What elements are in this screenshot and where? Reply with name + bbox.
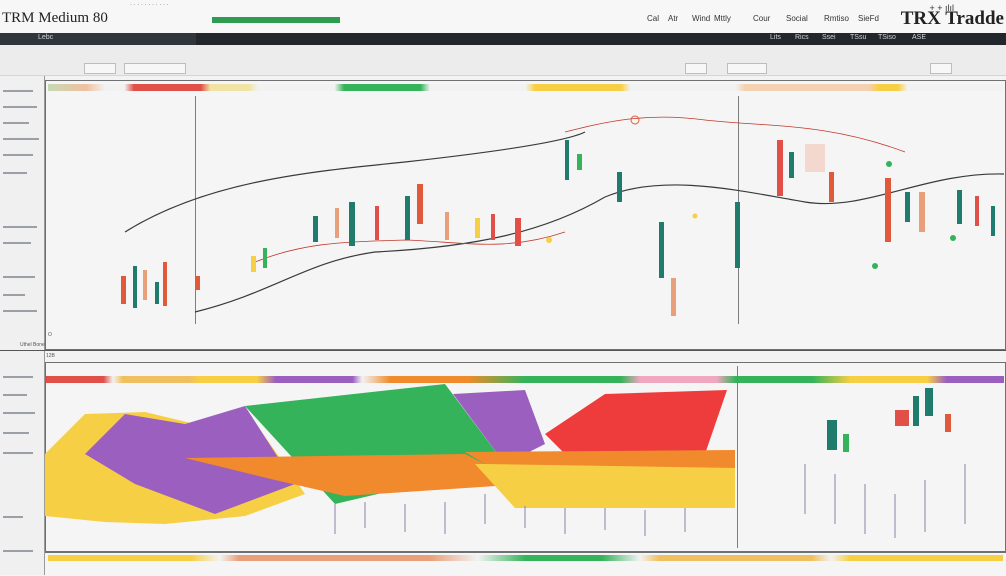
toolbar-item[interactable]: TSiso xyxy=(878,34,896,41)
toolbar-label[interactable]: Lebc xyxy=(38,34,53,41)
sidebar-item[interactable] xyxy=(3,172,27,174)
chart-marker: O xyxy=(48,332,52,338)
sidebar-item[interactable] xyxy=(3,138,39,140)
top-bar: · · · · · · · · · · · TRM Medium 80 Cal … xyxy=(0,0,1006,33)
area-chart[interactable] xyxy=(45,384,1004,544)
sidebar-item[interactable] xyxy=(3,276,35,278)
sidebar-item[interactable] xyxy=(3,310,37,312)
menu-item-rmtiso[interactable]: Rmtiso xyxy=(824,14,849,23)
legend-strip xyxy=(48,84,1003,91)
toolbar-item[interactable]: ASE xyxy=(912,34,926,41)
sidebar-item[interactable] xyxy=(3,294,25,296)
header-notice: · · · · · · · · · · · xyxy=(130,2,169,8)
chart-status-label: Uthel Bone xyxy=(20,342,45,348)
toolbar-left-group xyxy=(0,33,196,45)
toolbar-item[interactable]: TSsu xyxy=(850,34,866,41)
menu-item-cour[interactable]: Cour xyxy=(753,14,770,23)
toolbar: Lebc Lits Rics Ssei TSsu TSiso ASE xyxy=(0,33,1006,45)
sidebar-item[interactable] xyxy=(3,226,37,228)
subbar-tab[interactable] xyxy=(727,63,767,74)
sidebar-item[interactable] xyxy=(3,242,31,244)
sidebar-item[interactable] xyxy=(3,394,27,396)
lower-legend-strip xyxy=(46,376,1004,383)
app-title: TRM Medium 80 xyxy=(2,10,108,26)
sidebar-item[interactable] xyxy=(3,412,35,414)
toolbar-item[interactable]: Rics xyxy=(795,34,809,41)
brand-logo: TRX Tradde xyxy=(900,8,1004,29)
sidebar-item[interactable] xyxy=(3,432,29,434)
subbar-tab[interactable] xyxy=(685,63,707,74)
sidebar-item[interactable] xyxy=(3,106,37,108)
menu-item-social[interactable]: Social xyxy=(786,14,808,23)
main-price-chart[interactable] xyxy=(45,92,1005,332)
sidebar-item[interactable] xyxy=(3,90,33,92)
sidebar-item[interactable] xyxy=(3,154,33,156)
toolbar-item[interactable]: Lits xyxy=(770,34,781,41)
toolbar-item[interactable]: Ssei xyxy=(822,34,836,41)
menu-item-siefd[interactable]: SieFd xyxy=(858,14,879,23)
sidebar-item[interactable] xyxy=(3,452,33,454)
subbar-tab[interactable] xyxy=(124,63,186,74)
subbar-tab[interactable] xyxy=(930,63,952,74)
pane-separator[interactable] xyxy=(0,350,1006,351)
sidebar-item[interactable] xyxy=(3,376,33,378)
menu-item-wind[interactable]: Wind xyxy=(692,14,710,23)
subbar-tab[interactable] xyxy=(84,63,116,74)
bottom-legend-strip xyxy=(48,555,1003,561)
sidebar-item[interactable] xyxy=(3,550,33,552)
menu-item-atr[interactable]: Atr xyxy=(668,14,678,23)
sidebar-item[interactable] xyxy=(3,516,23,518)
header-status-bar xyxy=(212,17,340,23)
left-sidebar xyxy=(0,76,45,575)
menu-item-mttly[interactable]: Mttly xyxy=(714,14,731,23)
sidebar-item[interactable] xyxy=(3,122,29,124)
lower-panel-label: 12B xyxy=(46,353,55,359)
menu-item-cal[interactable]: Cal xyxy=(647,14,659,23)
